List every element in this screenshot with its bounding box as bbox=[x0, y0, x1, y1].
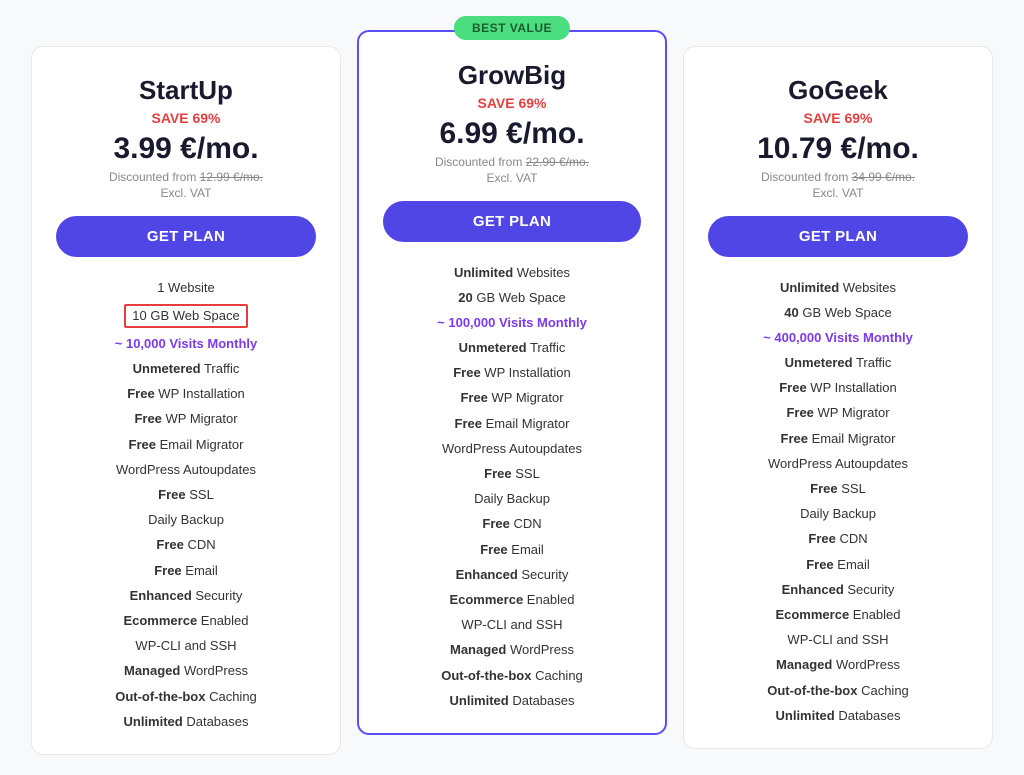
feature-item: Free Email bbox=[383, 537, 641, 562]
feature-item: Unmetered Traffic bbox=[708, 351, 968, 376]
feature-item: Free CDN bbox=[708, 527, 968, 552]
discounted-from: Discounted from 34.99 €/mo. bbox=[708, 170, 968, 184]
get-plan-button[interactable]: GET PLAN bbox=[708, 216, 968, 257]
features-list: 1 Website10 GB Web Space~ 10,000 Visits … bbox=[56, 275, 316, 734]
save-badge: SAVE 69% bbox=[56, 110, 316, 126]
features-list: Unlimited Websites40 GB Web Space~ 400,0… bbox=[708, 275, 968, 728]
feature-item: Free Email bbox=[56, 558, 316, 583]
excl-vat: Excl. VAT bbox=[383, 171, 641, 185]
feature-item: Free WP Installation bbox=[708, 376, 968, 401]
feature-item: Managed WordPress bbox=[708, 653, 968, 678]
plan-price: 3.99 €/mo. bbox=[56, 132, 316, 166]
feature-item: 1 Website bbox=[56, 275, 316, 300]
feature-item: Daily Backup bbox=[56, 508, 316, 533]
plan-name: StartUp bbox=[56, 75, 316, 106]
save-badge: SAVE 69% bbox=[708, 110, 968, 126]
feature-item: Managed WordPress bbox=[383, 638, 641, 663]
feature-item: 20 GB Web Space bbox=[383, 285, 641, 310]
feature-item: Unlimited Databases bbox=[56, 709, 316, 734]
get-plan-button[interactable]: GET PLAN bbox=[56, 216, 316, 257]
feature-item: Unmetered Traffic bbox=[383, 336, 641, 361]
feature-item: Free WP Installation bbox=[56, 382, 316, 407]
excl-vat: Excl. VAT bbox=[56, 186, 316, 200]
plan-card-gogeek: GoGeek SAVE 69% 10.79 €/mo. Discounted f… bbox=[683, 46, 993, 749]
feature-item: Ecommerce Enabled bbox=[708, 602, 968, 627]
features-list: Unlimited Websites20 GB Web Space~ 100,0… bbox=[383, 260, 641, 713]
save-badge: SAVE 69% bbox=[383, 95, 641, 111]
plan-name: GrowBig bbox=[383, 60, 641, 91]
feature-item: Free WP Migrator bbox=[708, 401, 968, 426]
plan-card-startup: StartUp SAVE 69% 3.99 €/mo. Discounted f… bbox=[31, 46, 341, 755]
feature-item: Daily Backup bbox=[708, 502, 968, 527]
feature-item: Enhanced Security bbox=[708, 577, 968, 602]
feature-item: Free Email bbox=[708, 552, 968, 577]
feature-item: Free SSL bbox=[56, 483, 316, 508]
feature-item: Out-of-the-box Caching bbox=[383, 663, 641, 688]
feature-item: Unlimited Websites bbox=[708, 275, 968, 300]
feature-item: Managed WordPress bbox=[56, 659, 316, 684]
feature-item: ~ 10,000 Visits Monthly bbox=[56, 331, 316, 356]
feature-item: WP-CLI and SSH bbox=[708, 628, 968, 653]
feature-item: Enhanced Security bbox=[56, 583, 316, 608]
discounted-from: Discounted from 22.99 €/mo. bbox=[383, 155, 641, 169]
feature-item: Ecommerce Enabled bbox=[383, 587, 641, 612]
feature-item: Unmetered Traffic bbox=[56, 357, 316, 382]
feature-item: WordPress Autoupdates bbox=[56, 457, 316, 482]
feature-item: WordPress Autoupdates bbox=[708, 451, 968, 476]
feature-item: WordPress Autoupdates bbox=[383, 436, 641, 461]
plan-price: 6.99 €/mo. bbox=[383, 117, 641, 151]
plan-name: GoGeek bbox=[708, 75, 968, 106]
feature-item: Free Email Migrator bbox=[56, 432, 316, 457]
feature-item: Free WP Migrator bbox=[383, 386, 641, 411]
excl-vat: Excl. VAT bbox=[708, 186, 968, 200]
feature-item: Unlimited Databases bbox=[708, 703, 968, 728]
feature-item: Free CDN bbox=[383, 512, 641, 537]
feature-item: Out-of-the-box Caching bbox=[708, 678, 968, 703]
feature-item: Free CDN bbox=[56, 533, 316, 558]
feature-item: Out-of-the-box Caching bbox=[56, 684, 316, 709]
pricing-container: StartUp SAVE 69% 3.99 €/mo. Discounted f… bbox=[22, 30, 1002, 755]
plan-card-growbig: BEST VALUE GrowBig SAVE 69% 6.99 €/mo. D… bbox=[357, 30, 667, 735]
feature-item: Unlimited Databases bbox=[383, 688, 641, 713]
feature-item: Ecommerce Enabled bbox=[56, 608, 316, 633]
feature-item: Unlimited Websites bbox=[383, 260, 641, 285]
feature-item: 40 GB Web Space bbox=[708, 300, 968, 325]
plan-price: 10.79 €/mo. bbox=[708, 132, 968, 166]
get-plan-button[interactable]: GET PLAN bbox=[383, 201, 641, 242]
feature-item: Daily Backup bbox=[383, 487, 641, 512]
feature-item: ~ 100,000 Visits Monthly bbox=[383, 310, 641, 335]
feature-item: WP-CLI and SSH bbox=[383, 613, 641, 638]
feature-item: Free Email Migrator bbox=[708, 426, 968, 451]
feature-item: WP-CLI and SSH bbox=[56, 634, 316, 659]
feature-item: Free WP Migrator bbox=[56, 407, 316, 432]
best-value-badge: BEST VALUE bbox=[454, 16, 570, 40]
feature-item: Free Email Migrator bbox=[383, 411, 641, 436]
feature-item: ~ 400,000 Visits Monthly bbox=[708, 325, 968, 350]
feature-item: Free SSL bbox=[708, 477, 968, 502]
feature-item: Free WP Installation bbox=[383, 361, 641, 386]
feature-item: Free SSL bbox=[383, 462, 641, 487]
discounted-from: Discounted from 12.99 €/mo. bbox=[56, 170, 316, 184]
feature-item: 10 GB Web Space bbox=[56, 300, 316, 331]
